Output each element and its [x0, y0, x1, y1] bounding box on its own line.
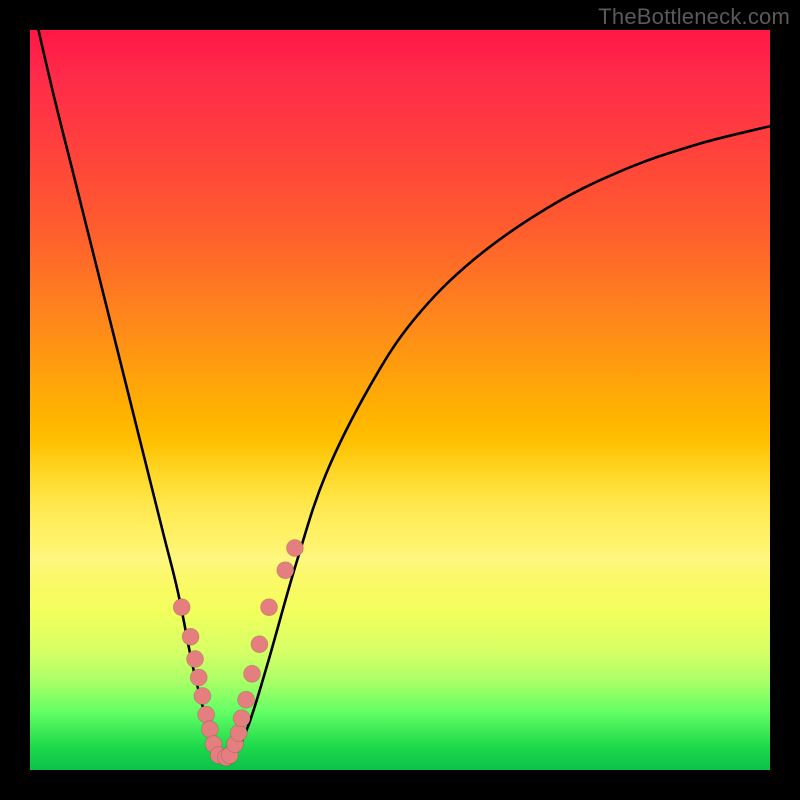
marker-dot	[233, 710, 250, 727]
marker-dot	[286, 540, 303, 557]
marker-dot	[173, 599, 190, 616]
marker-dot	[238, 691, 255, 708]
marker-dot	[251, 636, 268, 653]
marker-dot	[261, 599, 278, 616]
marker-dot	[201, 721, 218, 738]
marker-dot	[194, 688, 211, 705]
marker-dot	[190, 669, 207, 686]
marker-dot	[187, 651, 204, 668]
marker-dot	[244, 665, 261, 682]
plot-area	[30, 30, 770, 770]
watermark-text: TheBottleneck.com	[598, 4, 790, 30]
marker-dot	[277, 562, 294, 579]
markers-group	[173, 540, 303, 766]
marker-dot	[230, 725, 247, 742]
marker-dot	[182, 628, 199, 645]
outer-frame: TheBottleneck.com	[0, 0, 800, 800]
markers-layer	[30, 30, 770, 770]
marker-dot	[198, 706, 215, 723]
